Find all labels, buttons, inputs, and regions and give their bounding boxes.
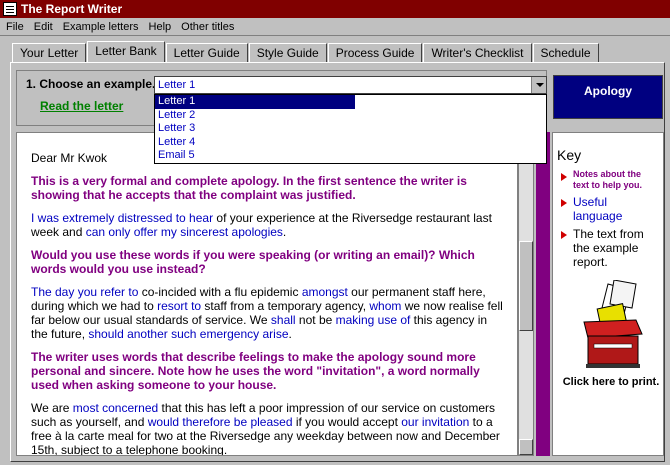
tab-writers-checklist[interactable]: Writer's Checklist <box>423 43 532 63</box>
text: co-incided with a flu epidemic <box>138 285 302 299</box>
text: staff from a temporary agency, <box>201 299 370 313</box>
useful-phrase: resort to <box>157 299 202 313</box>
red-arrow-icon <box>561 173 567 181</box>
menu-edit[interactable]: Edit <box>34 21 53 33</box>
letter-select[interactable]: Letter 1 <box>154 76 547 94</box>
tab-process-guide[interactable]: Process Guide <box>327 43 423 63</box>
useful-phrase: should another such emergency arise <box>88 327 289 341</box>
useful-phrase: would therefore be pleased <box>147 415 293 429</box>
tab-your-letter[interactable]: Your Letter <box>12 43 87 63</box>
key-item-text: The text from the example report. <box>557 227 659 269</box>
text: . <box>288 327 292 341</box>
tab-schedule[interactable]: Schedule <box>532 43 599 63</box>
tab-letter-bank[interactable]: Letter Bank <box>87 41 165 63</box>
useful-phrase: The day you refer to <box>31 285 139 299</box>
useful-phrase: amongst <box>301 285 348 299</box>
key-item-useful: Useful language <box>557 195 659 223</box>
key-title: Key <box>557 147 582 163</box>
chooser-label: 1. Choose an example. <box>26 77 156 91</box>
useful-phrase: making use of <box>335 313 411 327</box>
category-badge: Apology <box>553 75 663 119</box>
dropdown-arrow-icon[interactable] <box>531 77 546 93</box>
red-arrow-icon <box>561 231 567 239</box>
useful-phrase: shall <box>270 313 296 327</box>
useful-phrase: our invitation <box>401 415 470 429</box>
letter-content: Dear Mr Kwok This is a very formal and c… <box>16 132 518 456</box>
divider-bar <box>536 132 550 456</box>
content-scrollbar[interactable] <box>518 132 534 456</box>
title-bar: The Report Writer <box>0 0 670 18</box>
scroll-down-icon[interactable] <box>519 439 533 455</box>
window-title: The Report Writer <box>21 2 123 16</box>
scroll-thumb[interactable] <box>519 241 533 331</box>
useful-phrase: I was extremely distressed to hear <box>31 211 214 225</box>
key-notes-label: Notes about the text to help you. <box>573 169 643 190</box>
letter-dropdown-list: Letter 1 Letter 2 Letter 3 Letter 4 Emai… <box>154 94 547 164</box>
option-email-5[interactable]: Email 5 <box>155 149 546 163</box>
red-arrow-icon <box>561 199 567 207</box>
tab-strip: Your Letter Letter Bank Letter Guide Sty… <box>12 41 600 63</box>
text: . <box>282 225 287 239</box>
note-1: This is a very formal and complete apolo… <box>31 174 467 202</box>
app-icon <box>3 2 17 16</box>
option-letter-2[interactable]: Letter 2 <box>155 109 546 123</box>
letter-paragraph-1: I was extremely distressed to hear of yo… <box>31 211 505 239</box>
key-useful-label: Useful language <box>573 195 623 223</box>
read-letter-link[interactable]: Read the letter <box>40 99 123 113</box>
letter-select-value: Letter 1 <box>158 79 196 91</box>
text: We are <box>31 401 73 415</box>
option-letter-1[interactable]: Letter 1 <box>155 95 355 109</box>
menu-file[interactable]: File <box>6 21 24 33</box>
key-item-notes: Notes about the text to help you. <box>557 169 659 191</box>
note-2: Would you use these words if you were sp… <box>31 248 475 276</box>
menu-other-titles[interactable]: Other titles <box>181 21 234 33</box>
option-letter-4[interactable]: Letter 4 <box>155 136 546 150</box>
tab-style-guide[interactable]: Style Guide <box>248 43 327 63</box>
printer-icon[interactable] <box>578 280 648 370</box>
note-3: The writer uses words that describe feel… <box>31 350 480 392</box>
useful-phrase: most concerned <box>72 401 159 415</box>
useful-phrase: whom <box>369 299 402 313</box>
letter-paragraph-3: We are most concerned that this has left… <box>31 401 505 455</box>
tab-letter-guide[interactable]: Letter Guide <box>165 43 248 63</box>
menu-bar: File Edit Example letters Help Other tit… <box>0 18 670 36</box>
text: not be <box>295 313 336 327</box>
print-label[interactable]: Click here to print. <box>556 376 666 388</box>
menu-help[interactable]: Help <box>149 21 172 33</box>
useful-phrase: can only offer my sincerest apologies <box>85 225 283 239</box>
key-text-label: The text from the example report. <box>573 227 644 269</box>
letter-paragraph-2: The day you refer to co-incided with a f… <box>31 285 505 341</box>
menu-example-letters[interactable]: Example letters <box>63 21 139 33</box>
option-letter-3[interactable]: Letter 3 <box>155 122 546 136</box>
text: if you would accept <box>292 415 402 429</box>
